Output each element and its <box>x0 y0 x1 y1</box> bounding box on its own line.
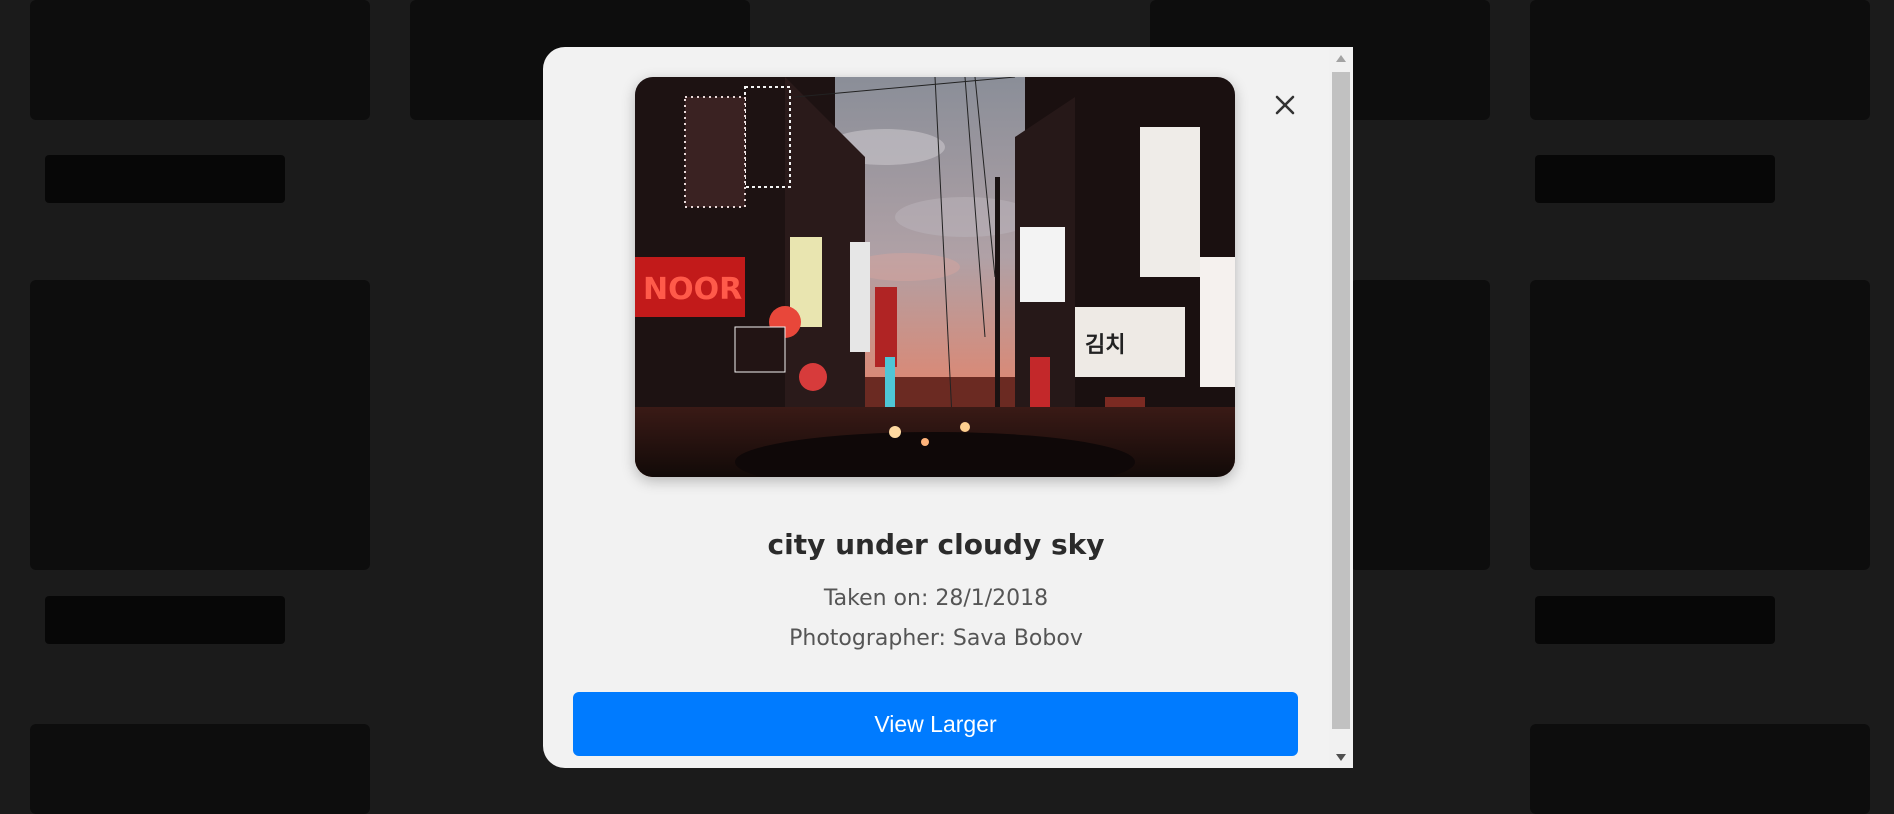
photo-date: Taken on: 28/1/2018 <box>823 586 1049 611</box>
close-button[interactable] <box>1265 85 1305 125</box>
scroll-down-arrow-icon[interactable] <box>1329 746 1353 768</box>
view-larger-button[interactable]: View Larger <box>573 692 1298 756</box>
photo-modal: NOOR 김치 city under cloudy sky Taken on: … <box>543 47 1353 768</box>
scroll-thumb[interactable] <box>1332 72 1350 729</box>
svg-text:NOOR: NOOR <box>643 272 742 307</box>
photo-photographer: Photographer: Sava Bobov <box>789 626 1083 651</box>
photo-image: NOOR 김치 <box>635 77 1235 477</box>
svg-text:김치: 김치 <box>1085 333 1125 358</box>
scroll-up-arrow-icon[interactable] <box>1329 47 1353 69</box>
modal-content: NOOR 김치 city under cloudy sky Taken on: … <box>543 47 1329 768</box>
modal-scrollbar[interactable] <box>1329 47 1353 768</box>
close-icon <box>1275 95 1295 115</box>
photo-title: city under cloudy sky <box>767 528 1105 561</box>
